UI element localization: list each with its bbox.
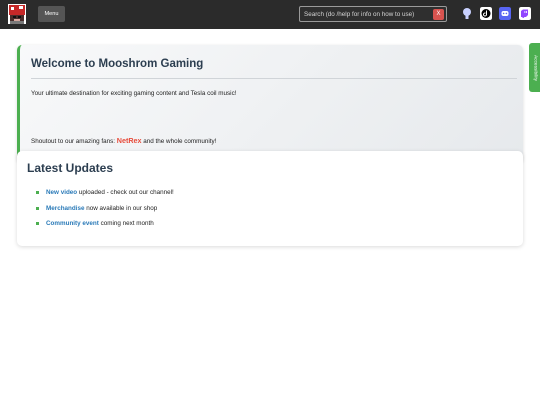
- update-link[interactable]: Merchandise: [46, 205, 85, 212]
- tiktok-icon[interactable]: [480, 7, 492, 20]
- top-navigation-bar: Menu Search (do /help for info on how to…: [0, 0, 540, 29]
- updates-title: Latest Updates: [27, 161, 114, 175]
- twitch-icon[interactable]: [519, 7, 531, 20]
- shoutout-prefix: Shoutout to our amazing fans:: [31, 138, 117, 145]
- welcome-title: Welcome to Mooshrom Gaming: [31, 58, 204, 70]
- fan-name: NetRex: [116, 136, 142, 145]
- search-placeholder: Search (do /help for info on how to use): [304, 11, 415, 18]
- list-item: Merchandise now available in our shop: [36, 205, 157, 212]
- menu-button[interactable]: Menu: [38, 6, 65, 22]
- welcome-intro: Your ultimate destination for exciting g…: [31, 90, 237, 97]
- latest-updates-card: Latest Updates New video uploaded - chec…: [17, 151, 523, 246]
- shoutout-suffix: and the whole community!: [141, 138, 217, 145]
- github-icon[interactable]: [461, 7, 473, 20]
- bullet-icon: [36, 190, 39, 194]
- search-input[interactable]: Search (do /help for info on how to use)…: [299, 6, 447, 22]
- update-text: uploaded - check out our channel!: [77, 189, 174, 196]
- bullet-icon: [36, 206, 39, 210]
- update-link[interactable]: Community event: [46, 220, 99, 227]
- update-text: now available in our shop: [84, 205, 158, 212]
- list-item: New video uploaded - check out our chann…: [36, 189, 174, 196]
- clear-search-button[interactable]: X: [433, 9, 444, 20]
- list-item: Community event coming next month: [36, 220, 154, 227]
- update-link[interactable]: New video: [46, 189, 77, 196]
- bullet-icon: [36, 221, 39, 225]
- accessibility-tab[interactable]: Accessibility: [529, 43, 540, 92]
- fan-shoutout: Shoutout to our amazing fans: NetRex and…: [31, 136, 216, 145]
- welcome-card: Welcome to Mooshrom Gaming Your ultimate…: [17, 45, 523, 163]
- divider: [31, 78, 517, 79]
- update-text: coming next month: [98, 220, 154, 227]
- accessibility-tab-label: Accessibility: [532, 54, 537, 81]
- discord-icon[interactable]: [499, 7, 511, 20]
- mooshrom-logo-icon[interactable]: [8, 4, 26, 24]
